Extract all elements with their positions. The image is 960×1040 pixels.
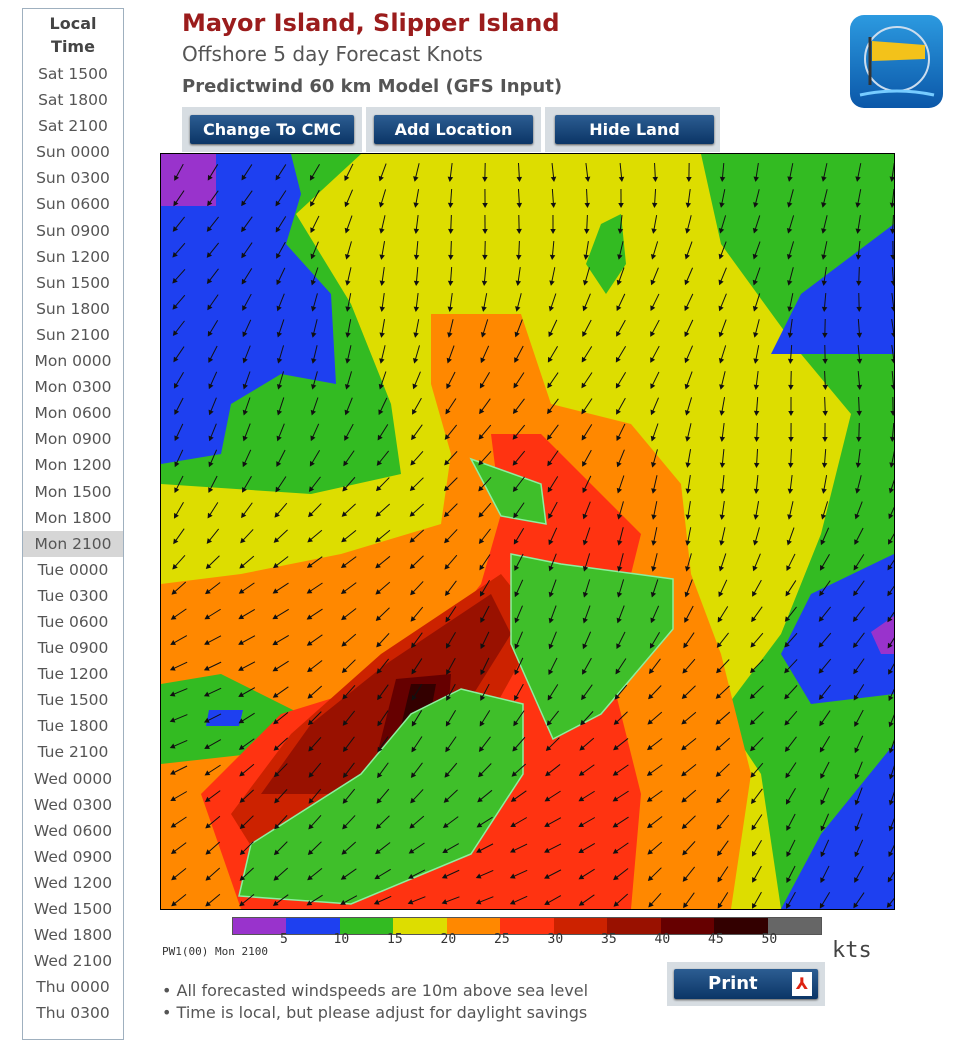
- time-item[interactable]: Wed 0300: [23, 792, 123, 818]
- time-item[interactable]: Sun 0600: [23, 191, 123, 217]
- pdf-icon: ⅄: [792, 972, 812, 996]
- time-item[interactable]: Thu 0300: [23, 1000, 123, 1026]
- legend-tick: 40: [655, 932, 671, 947]
- print-button[interactable]: Print⅄: [674, 969, 818, 999]
- legend-swatch: [233, 918, 286, 934]
- forecast-stamp: PW1(00) Mon 2100: [162, 945, 268, 958]
- change-model-button[interactable]: Change To CMC: [190, 115, 354, 144]
- legend-tick: 20: [441, 932, 457, 947]
- time-item[interactable]: Tue 0900: [23, 635, 123, 661]
- time-item[interactable]: Tue 2100: [23, 739, 123, 765]
- time-item[interactable]: Tue 1500: [23, 687, 123, 713]
- model-label: Predictwind 60 km Model (GFS Input): [182, 76, 562, 97]
- wind-forecast-map[interactable]: [160, 153, 895, 910]
- sidebar-heading: LocalTime: [23, 12, 123, 58]
- page-title: Mayor Island, Slipper Island: [182, 9, 560, 37]
- legend-unit: kts: [832, 938, 872, 963]
- time-item[interactable]: Sat 2100: [23, 113, 123, 139]
- time-item[interactable]: Wed 1200: [23, 870, 123, 896]
- time-item[interactable]: Sat 1500: [23, 61, 123, 87]
- time-item[interactable]: Wed 2100: [23, 948, 123, 974]
- time-item[interactable]: Mon 2100: [23, 531, 123, 557]
- time-item[interactable]: Tue 0600: [23, 609, 123, 635]
- time-item[interactable]: Sun 0900: [23, 218, 123, 244]
- note-windspeed: • All forecasted windspeeds are 10m abov…: [162, 981, 588, 1000]
- legend-tick: 10: [334, 932, 350, 947]
- time-item[interactable]: Mon 1800: [23, 505, 123, 531]
- legend-tick: 5: [280, 932, 288, 947]
- time-item[interactable]: Tue 0300: [23, 583, 123, 609]
- time-item[interactable]: Wed 1800: [23, 922, 123, 948]
- add-location-button[interactable]: Add Location: [374, 115, 533, 144]
- time-item[interactable]: Sun 1200: [23, 244, 123, 270]
- time-item[interactable]: Wed 0600: [23, 818, 123, 844]
- time-item[interactable]: Thu 0000: [23, 974, 123, 1000]
- time-item[interactable]: Sat 1800: [23, 87, 123, 113]
- windsock-icon: [850, 15, 943, 108]
- legend-tick: 35: [601, 932, 617, 947]
- time-sidebar: LocalTime Sat 1500Sat 1800Sat 2100Sun 00…: [22, 8, 124, 1040]
- wind-speed-legend: [232, 917, 822, 935]
- legend-tick: 15: [387, 932, 403, 947]
- time-item[interactable]: Sun 0000: [23, 139, 123, 165]
- time-item[interactable]: Mon 0000: [23, 348, 123, 374]
- legend-swatch: [286, 918, 339, 934]
- time-item[interactable]: Tue 1200: [23, 661, 123, 687]
- time-item[interactable]: Sun 2100: [23, 322, 123, 348]
- page-subtitle: Offshore 5 day Forecast Knots: [182, 42, 483, 66]
- hide-land-button[interactable]: Hide Land: [555, 115, 714, 144]
- time-item[interactable]: Mon 1500: [23, 479, 123, 505]
- time-item[interactable]: Tue 1800: [23, 713, 123, 739]
- note-time: • Time is local, but please adjust for d…: [162, 1003, 587, 1022]
- time-item[interactable]: Sun 0300: [23, 165, 123, 191]
- legend-tick: 45: [708, 932, 724, 947]
- legend-tick: 25: [494, 932, 510, 947]
- time-item[interactable]: Wed 1500: [23, 896, 123, 922]
- legend-tick: 50: [762, 932, 778, 947]
- time-item[interactable]: Sun 1500: [23, 270, 123, 296]
- time-item[interactable]: Sun 1800: [23, 296, 123, 322]
- time-item[interactable]: Mon 0900: [23, 426, 123, 452]
- time-item[interactable]: Wed 0000: [23, 766, 123, 792]
- time-item[interactable]: Wed 0900: [23, 844, 123, 870]
- legend-tick: 30: [548, 932, 564, 947]
- time-item[interactable]: Mon 0600: [23, 400, 123, 426]
- time-item[interactable]: Tue 0000: [23, 557, 123, 583]
- time-item[interactable]: Mon 1200: [23, 452, 123, 478]
- time-item[interactable]: Mon 0300: [23, 374, 123, 400]
